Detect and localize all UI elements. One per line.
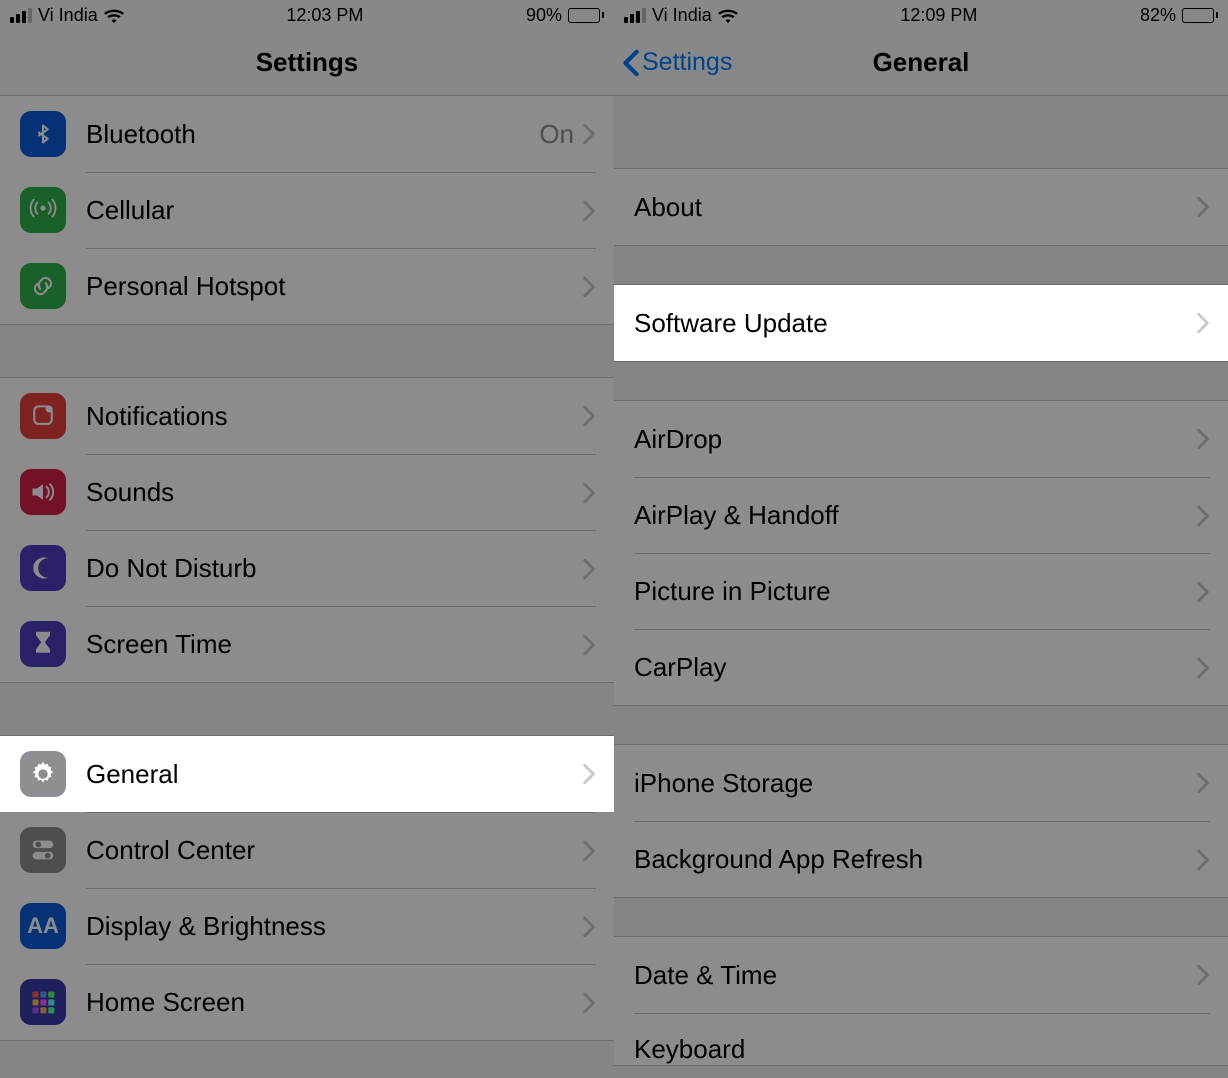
back-button[interactable]: Settings [622,30,732,95]
wifi-icon [104,8,124,23]
settings-row-cellular[interactable]: Cellular [0,172,614,248]
carrier-label: Vi India [652,5,712,26]
nav-bar: Settings General [614,30,1228,96]
row-label: Background App Refresh [634,844,1196,875]
row-label: Home Screen [86,987,582,1018]
bell-icon [20,393,66,439]
settings-list[interactable]: BluetoothOn Cellular Personal Hotspot Notif… [0,96,614,1041]
carrier-label: Vi India [38,5,98,26]
nav-bar: Settings [0,30,614,96]
settings-row-sounds[interactable]: Sounds [0,454,614,530]
row-label: Cellular [86,195,582,226]
general-row-about[interactable]: About [614,169,1228,245]
row-label: General [86,759,582,790]
general-list[interactable]: About Software Update AirDrop AirPlay & Han… [614,96,1228,1066]
general-row-carplay[interactable]: CarPlay [614,629,1228,705]
chevron-right-icon [1196,312,1210,334]
chevron-right-icon [1196,505,1210,527]
chevron-right-icon [582,992,596,1014]
gear-icon [20,751,66,797]
settings-row-bluetooth[interactable]: BluetoothOn [0,96,614,172]
general-row-airplay[interactable]: AirPlay & Handoff [614,477,1228,553]
chevron-right-icon [582,840,596,862]
settings-row-notifications[interactable]: Notifications [0,378,614,454]
chevron-right-icon [1196,964,1210,986]
grid-icon [20,979,66,1025]
general-screen: Vi India 12:09 PM 82% Settings General A… [614,0,1228,1078]
signal-icon [624,8,646,23]
signal-icon [10,8,32,23]
settings-row-dnd[interactable]: Do Not Disturb [0,530,614,606]
battery-icon [1182,8,1218,23]
speaker-icon [20,469,66,515]
general-row-bgrefresh[interactable]: Background App Refresh [614,821,1228,897]
settings-screen: Vi India 12:03 PM 90% Settings Bluetooth… [0,0,614,1078]
chevron-right-icon [1196,196,1210,218]
settings-row-hotspot[interactable]: Personal Hotspot [0,248,614,324]
chevron-right-icon [582,634,596,656]
general-row-keyboard[interactable]: Keyboard [614,1013,1228,1065]
moon-icon [20,545,66,591]
row-label: Software Update [634,308,1196,339]
battery-percent: 82% [1140,5,1176,26]
bluetooth-icon [20,111,66,157]
chevron-right-icon [582,276,596,298]
settings-row-general[interactable]: General [0,736,614,812]
hourglass-icon [20,621,66,667]
settings-row-controlcenter[interactable]: Control Center [0,812,614,888]
settings-row-screentime[interactable]: Screen Time [0,606,614,682]
page-title: Settings [256,47,359,78]
row-label: AirDrop [634,424,1196,455]
general-row-pip[interactable]: Picture in Picture [614,553,1228,629]
link-icon [20,263,66,309]
general-row-swupdate[interactable]: Software Update [614,285,1228,361]
chevron-right-icon [1196,428,1210,450]
row-label: Screen Time [86,629,582,660]
row-label: Keyboard [634,1034,1210,1065]
row-label: Date & Time [634,960,1196,991]
row-label: AirPlay & Handoff [634,500,1196,531]
status-bar: Vi India 12:03 PM 90% [0,0,614,30]
row-label: Display & Brightness [86,911,582,942]
row-label: Do Not Disturb [86,553,582,584]
chevron-right-icon [1196,849,1210,871]
chevron-right-icon [582,763,596,785]
wifi-icon [718,8,738,23]
chevron-right-icon [1196,657,1210,679]
general-row-storage[interactable]: iPhone Storage [614,745,1228,821]
chevron-right-icon [1196,772,1210,794]
clock: 12:03 PM [286,5,363,26]
row-label: Control Center [86,835,582,866]
settings-row-display[interactable]: AA Display & Brightness [0,888,614,964]
row-label: CarPlay [634,652,1196,683]
aa-icon: AA [20,903,66,949]
clock: 12:09 PM [900,5,977,26]
toggles-icon [20,827,66,873]
settings-row-homescreen[interactable]: Home Screen [0,964,614,1040]
chevron-right-icon [582,482,596,504]
battery-icon [568,8,604,23]
antenna-icon [20,187,66,233]
page-title: General [873,47,970,78]
chevron-right-icon [582,405,596,427]
back-label: Settings [642,48,732,77]
row-label: Notifications [86,401,582,432]
status-bar: Vi India 12:09 PM 82% [614,0,1228,30]
row-label: iPhone Storage [634,768,1196,799]
battery-percent: 90% [526,5,562,26]
chevron-right-icon [582,558,596,580]
row-label: Personal Hotspot [86,271,582,302]
general-row-airdrop[interactable]: AirDrop [614,401,1228,477]
row-label: Picture in Picture [634,576,1196,607]
chevron-right-icon [582,123,596,145]
chevron-right-icon [582,200,596,222]
row-label: Bluetooth [86,119,539,150]
row-label: Sounds [86,477,582,508]
general-row-datetime[interactable]: Date & Time [614,937,1228,1013]
row-value: On [539,119,574,150]
row-label: About [634,192,1196,223]
chevron-right-icon [1196,581,1210,603]
chevron-right-icon [582,916,596,938]
